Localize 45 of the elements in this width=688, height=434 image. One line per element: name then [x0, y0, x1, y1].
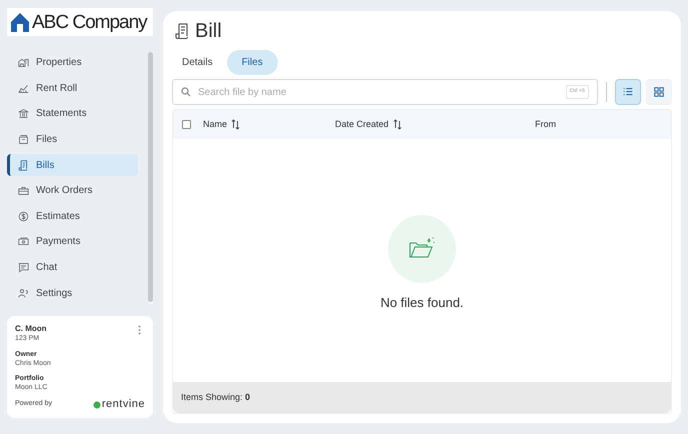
cash-icon	[18, 236, 29, 248]
briefcase-icon	[18, 185, 29, 196]
leaf-icon	[92, 400, 101, 408]
column-header[interactable]: Name	[203, 118, 240, 132]
sidebar-item[interactable]: Settings	[7, 282, 138, 304]
user-name: C. Moon	[15, 324, 47, 334]
empty-message: No files found.	[380, 294, 464, 312]
bill-icon	[175, 23, 189, 39]
house-icon	[9, 11, 31, 33]
tab[interactable]: Details	[172, 50, 223, 75]
column-header[interactable]: Date Created	[335, 118, 402, 132]
bank-icon	[18, 108, 29, 120]
sidebar-item[interactable]: Estimates	[7, 206, 138, 228]
sidebar-item[interactable]: Files	[7, 128, 138, 150]
sidebar-item[interactable]: Payments	[7, 231, 138, 253]
chart-icon	[18, 82, 29, 94]
list-view-icon	[622, 86, 634, 98]
sort-icon[interactable]	[392, 119, 402, 130]
people-icon	[18, 288, 29, 299]
sidebar-item[interactable]: Bills	[7, 154, 138, 176]
company-logo: ABC Company	[7, 8, 153, 36]
sidebar-item[interactable]: Chat	[7, 256, 138, 278]
grid-view-button[interactable]	[646, 79, 672, 105]
scrollbar-thumb[interactable]	[148, 52, 153, 302]
select-all-checkbox[interactable]	[182, 120, 191, 129]
sidebar-item[interactable]: Work Orders	[7, 180, 138, 202]
column-header[interactable]: From	[535, 118, 556, 132]
grid-view-icon	[653, 86, 665, 98]
brand-logo: rentvine	[92, 399, 145, 410]
sidebar-item[interactable]: Properties	[7, 52, 138, 74]
tab[interactable]: Files	[226, 50, 278, 75]
search-icon	[181, 87, 191, 97]
list-view-button[interactable]	[615, 79, 641, 105]
page-title: Bill	[195, 19, 222, 44]
search-input[interactable]: Search file by name	[198, 84, 559, 100]
sort-icon[interactable]	[231, 119, 240, 130]
sidebar-item[interactable]: Statements	[7, 103, 138, 125]
dollar-circle-icon	[18, 210, 29, 222]
more-icon[interactable]	[138, 325, 141, 335]
chat-icon	[18, 262, 29, 274]
sidebar-item[interactable]: Rent Roll	[7, 78, 138, 100]
bill-icon	[18, 160, 29, 171]
items-count: Items Showing: 0	[181, 390, 250, 404]
building-icon	[18, 57, 29, 68]
box-icon	[18, 134, 29, 146]
